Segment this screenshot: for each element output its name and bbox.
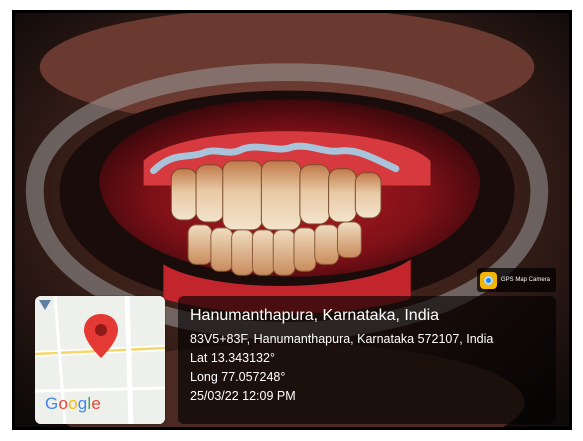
location-title: Hanumanthapura, Karnataka, India: [190, 307, 440, 324]
location-latitude: Lat 13.343132°: [190, 351, 275, 365]
photo-frame: GPS Map Camera Google Hanumanthapura, Ka…: [12, 10, 572, 430]
map-thumbnail[interactable]: Google: [35, 296, 165, 424]
gps-map-camera-app-icon: [480, 271, 497, 289]
google-logo: Google: [45, 394, 102, 413]
location-longitude: Long 77.057248°: [190, 370, 286, 384]
badge-label: GPS Map Camera: [501, 277, 551, 283]
location-datetime: 25/03/22 12:09 PM: [190, 389, 296, 403]
location-info-panel: Hanumanthapura, Karnataka, India 83V5+83…: [178, 296, 556, 424]
location-address: 83V5+83F, Hanumanthapura, Karnataka 5721…: [190, 332, 494, 346]
gps-map-camera-badge: GPS Map Camera: [477, 268, 557, 292]
